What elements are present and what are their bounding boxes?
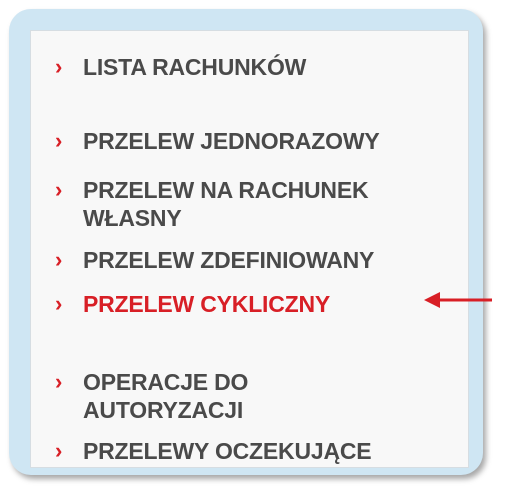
chevron-right-icon: › (55, 54, 63, 79)
menu-item-przelew-cykliczny[interactable]: › PRZELEW CYKLICZNY (55, 290, 464, 318)
menu-item-przelew-jednorazowy[interactable]: › PRZELEW JEDNORAZOWY (55, 127, 464, 155)
menu-item-przelewy-oczekujace[interactable]: › PRZELEWY OCZEKUJĄCE (55, 437, 464, 465)
menu-item-lista-rachunkow[interactable]: › LISTA RACHUNKÓW (55, 53, 464, 81)
menu-item-label: PRZELEW NA RACHUNEK WŁASNY (83, 177, 369, 231)
menu-item-przelew-na-rachunek-wlasny[interactable]: › PRZELEW NA RACHUNEK WŁASNY (55, 176, 464, 232)
menu-item-label: PRZELEW CYKLICZNY (83, 291, 331, 317)
menu-item-label: PRZELEW ZDEFINIOWANY (83, 247, 375, 273)
chevron-right-icon: › (55, 369, 63, 394)
menu-item-przelew-zdefiniowany[interactable]: › PRZELEW ZDEFINIOWANY (55, 246, 464, 274)
menu-item-label: PRZELEWY OCZEKUJĄCE (83, 438, 372, 464)
chevron-right-icon: › (55, 128, 63, 153)
menu-item-operacje-do-autoryzacji[interactable]: › OPERACJE DO AUTORYZACJI (55, 368, 464, 424)
chevron-right-icon: › (55, 177, 63, 202)
annotation-arrow-icon (424, 292, 492, 308)
menu-item-label: LISTA RACHUNKÓW (83, 54, 307, 80)
menu-item-label: PRZELEW JEDNORAZOWY (83, 128, 380, 154)
chevron-right-icon: › (55, 438, 63, 463)
chevron-right-icon: › (55, 247, 63, 272)
chevron-right-icon: › (55, 291, 63, 316)
menu-item-label: OPERACJE DO AUTORYZACJI (83, 369, 249, 423)
transfer-menu-panel: › LISTA RACHUNKÓW › PRZELEW JEDNORAZOWY … (30, 30, 469, 468)
